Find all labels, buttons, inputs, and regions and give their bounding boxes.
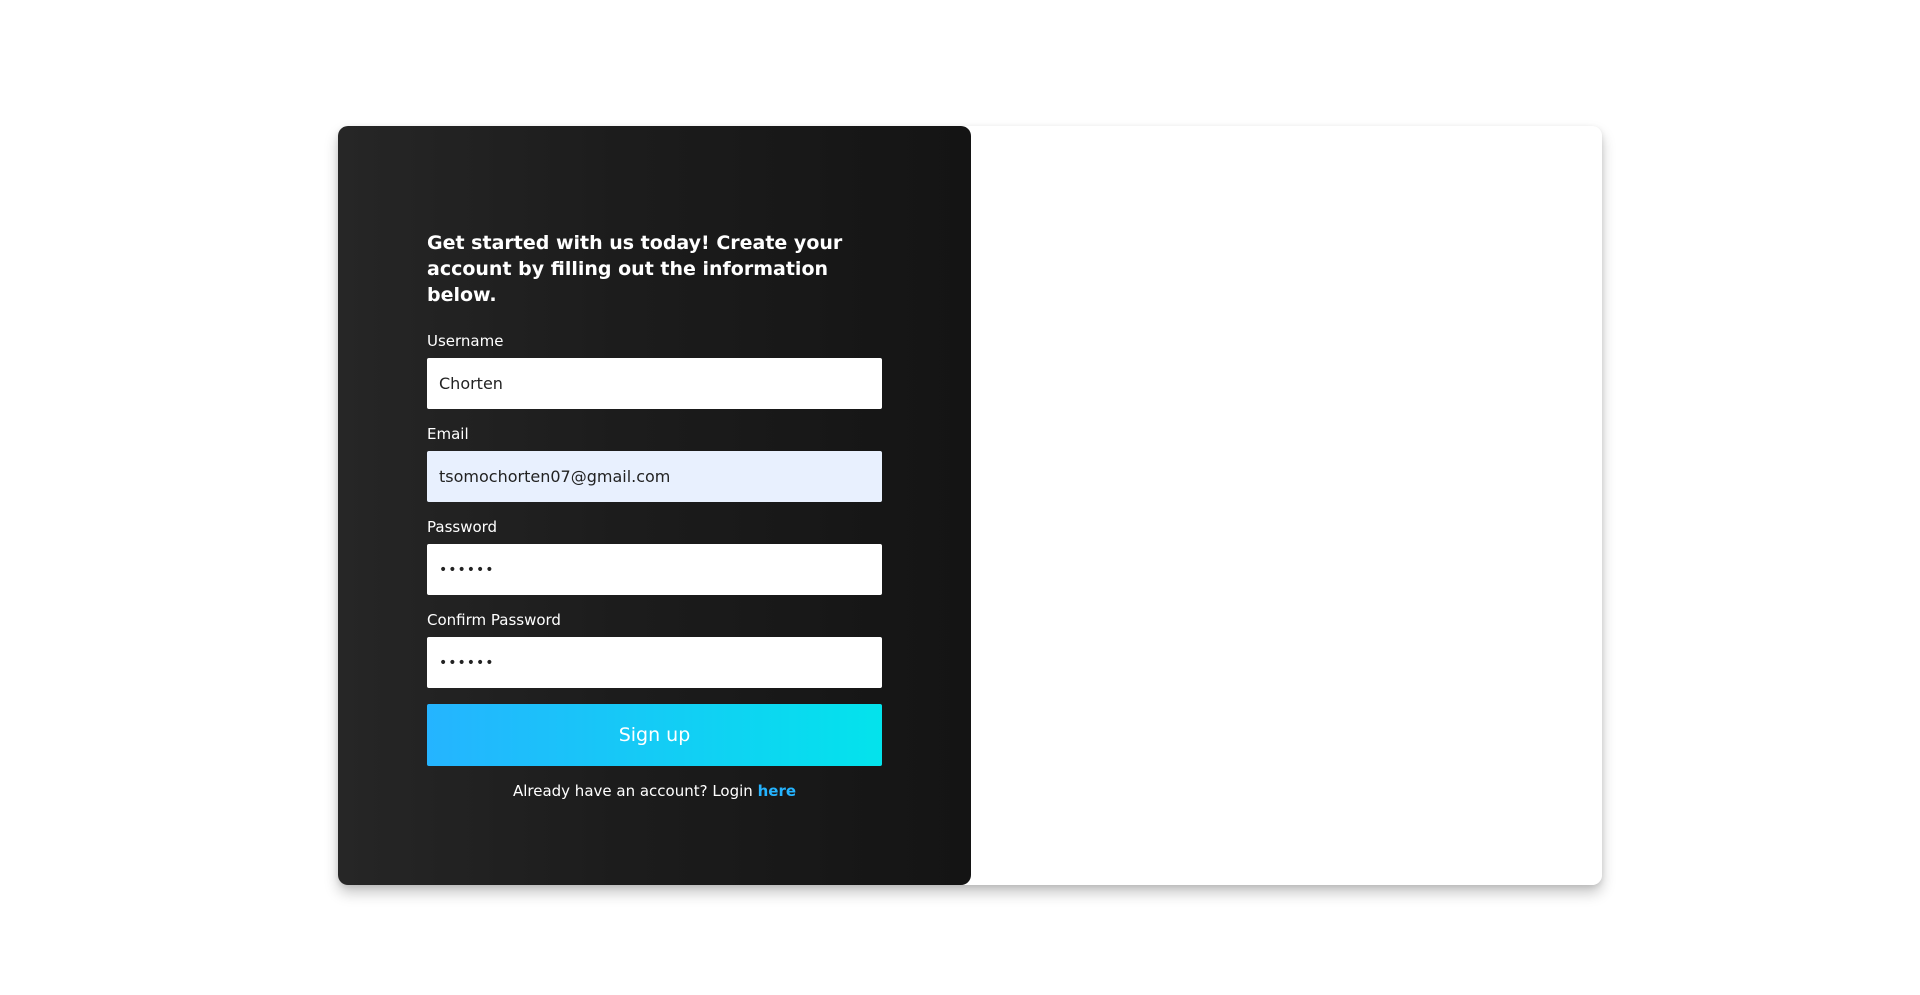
login-prompt-text: Already have an account? Login	[512, 782, 753, 800]
form-panel: Get started with us today! Create your a…	[338, 126, 971, 885]
image-panel	[971, 126, 1602, 885]
login-link[interactable]: here	[758, 782, 796, 800]
username-label: Username	[427, 332, 504, 350]
username-input[interactable]	[427, 358, 882, 409]
confirm-password-input[interactable]	[427, 637, 882, 688]
login-prompt: Already have an account? Login here	[427, 782, 882, 800]
email-label: Email	[427, 425, 469, 443]
password-input[interactable]	[427, 544, 882, 595]
password-label: Password	[427, 518, 498, 536]
signup-card: Get started with us today! Create your a…	[338, 126, 1602, 885]
email-input[interactable]	[427, 451, 882, 502]
confirm-password-label: Confirm Password	[427, 611, 561, 629]
signup-button[interactable]: Sign up	[427, 704, 882, 766]
signup-form: Get started with us today! Create your a…	[427, 230, 882, 800]
form-intro-text: Get started with us today! Create your a…	[427, 232, 843, 306]
